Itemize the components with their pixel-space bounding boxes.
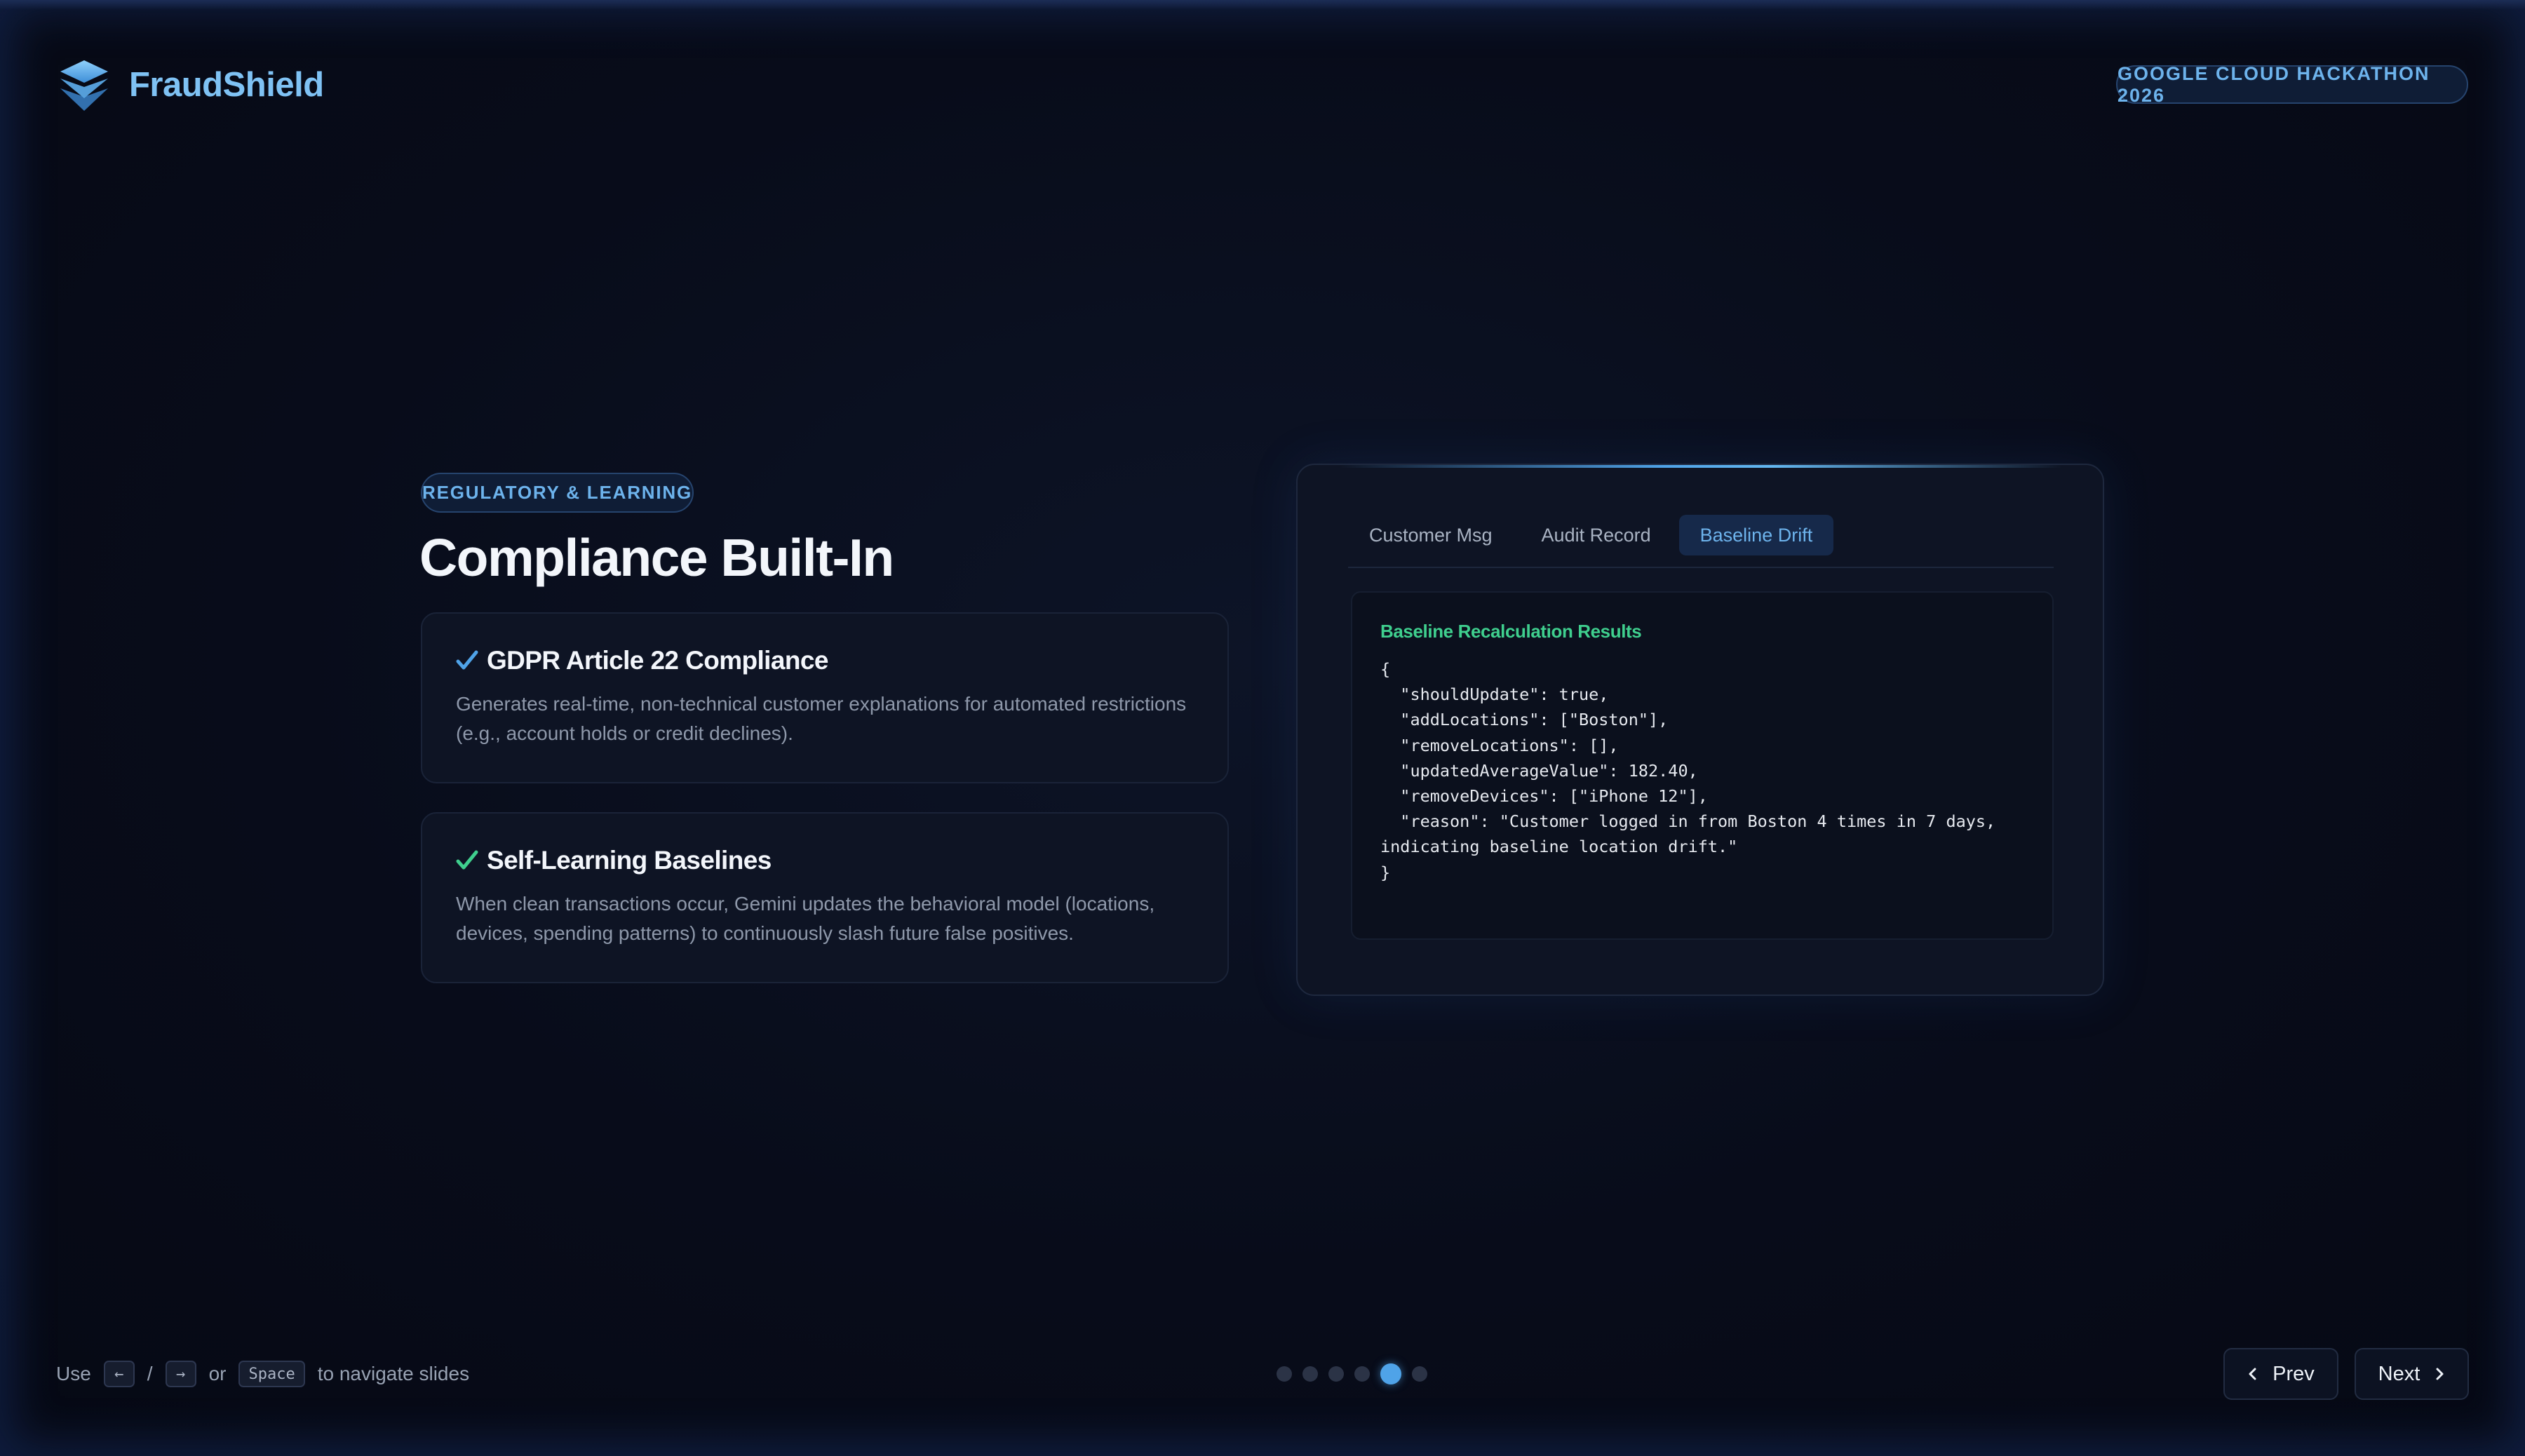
slide-title: Compliance Built-In xyxy=(419,528,894,587)
slide-dots xyxy=(1277,1363,1438,1384)
demo-tabs: Customer Msg Audit Record Baseline Drift xyxy=(1348,515,2054,555)
hint-or-text: or xyxy=(208,1363,227,1384)
slide-stage: FraudShield GOOGLE CLOUD HACKATHON 2026 … xyxy=(0,0,2525,1456)
slide-dot-1[interactable] xyxy=(1277,1366,1292,1382)
next-label: Next xyxy=(2378,1362,2420,1385)
panel-accent-line xyxy=(1340,465,2062,468)
hint-use-text: Use xyxy=(56,1363,91,1384)
feature-card-self-learning: Self-Learning Baselines When clean trans… xyxy=(421,812,1229,983)
right-arrow-key: → xyxy=(165,1361,196,1387)
section-tag: REGULATORY & LEARNING xyxy=(421,473,694,513)
result-box: Baseline Recalculation Results { "should… xyxy=(1351,591,2054,940)
chevron-right-icon xyxy=(2436,1368,2444,1380)
prev-label: Prev xyxy=(2272,1362,2315,1385)
brand-name: FraudShield xyxy=(129,66,324,104)
event-badge: GOOGLE CLOUD HACKATHON 2026 xyxy=(2116,63,2468,106)
keyboard-hint: Use ← / → or Space to navigate slides xyxy=(56,1359,469,1389)
feature-description: Generates real-time, non-technical custo… xyxy=(456,693,1187,744)
feature-heading: GDPR Article 22 Compliance xyxy=(456,646,1194,675)
space-key: Space xyxy=(238,1361,305,1387)
json-output: { "shouldUpdate": true, "addLocations": … xyxy=(1380,659,1996,882)
slide-dot-4[interactable] xyxy=(1354,1366,1370,1382)
top-edge-glow xyxy=(0,0,2525,10)
feature-heading: Self-Learning Baselines xyxy=(456,846,1194,875)
stacked-layers-icon xyxy=(60,60,108,111)
brand[interactable]: FraudShield xyxy=(58,59,324,111)
feature-card-gdpr: GDPR Article 22 Compliance Generates rea… xyxy=(421,612,1229,783)
demo-panel: Customer Msg Audit Record Baseline Drift… xyxy=(1296,464,2104,996)
feature-description: When clean transactions occur, Gemini up… xyxy=(456,893,1155,944)
result-title: Baseline Recalculation Results xyxy=(1380,621,1642,642)
slide-dot-2[interactable] xyxy=(1302,1366,1318,1382)
chevron-left-icon xyxy=(2249,1368,2256,1380)
tab-divider xyxy=(1348,567,2054,568)
feature-title: Self-Learning Baselines xyxy=(487,846,772,875)
hint-slash: / xyxy=(147,1363,153,1384)
slide-dot-5[interactable] xyxy=(1380,1363,1401,1384)
tab-customer-msg[interactable]: Customer Msg xyxy=(1348,515,1514,555)
slide-dot-3[interactable] xyxy=(1328,1366,1344,1382)
tab-baseline-drift[interactable]: Baseline Drift xyxy=(1678,515,1834,555)
checkmark-icon xyxy=(456,850,478,870)
checkmark-icon xyxy=(456,650,478,670)
slide-dot-6[interactable] xyxy=(1412,1366,1427,1382)
feature-title: GDPR Article 22 Compliance xyxy=(487,646,828,675)
tab-audit-record[interactable]: Audit Record xyxy=(1521,515,1672,555)
prev-button[interactable]: Prev xyxy=(2223,1348,2338,1400)
hint-rest-text: to navigate slides xyxy=(317,1363,470,1384)
next-button[interactable]: Next xyxy=(2355,1348,2469,1400)
left-arrow-key: ← xyxy=(103,1361,135,1387)
